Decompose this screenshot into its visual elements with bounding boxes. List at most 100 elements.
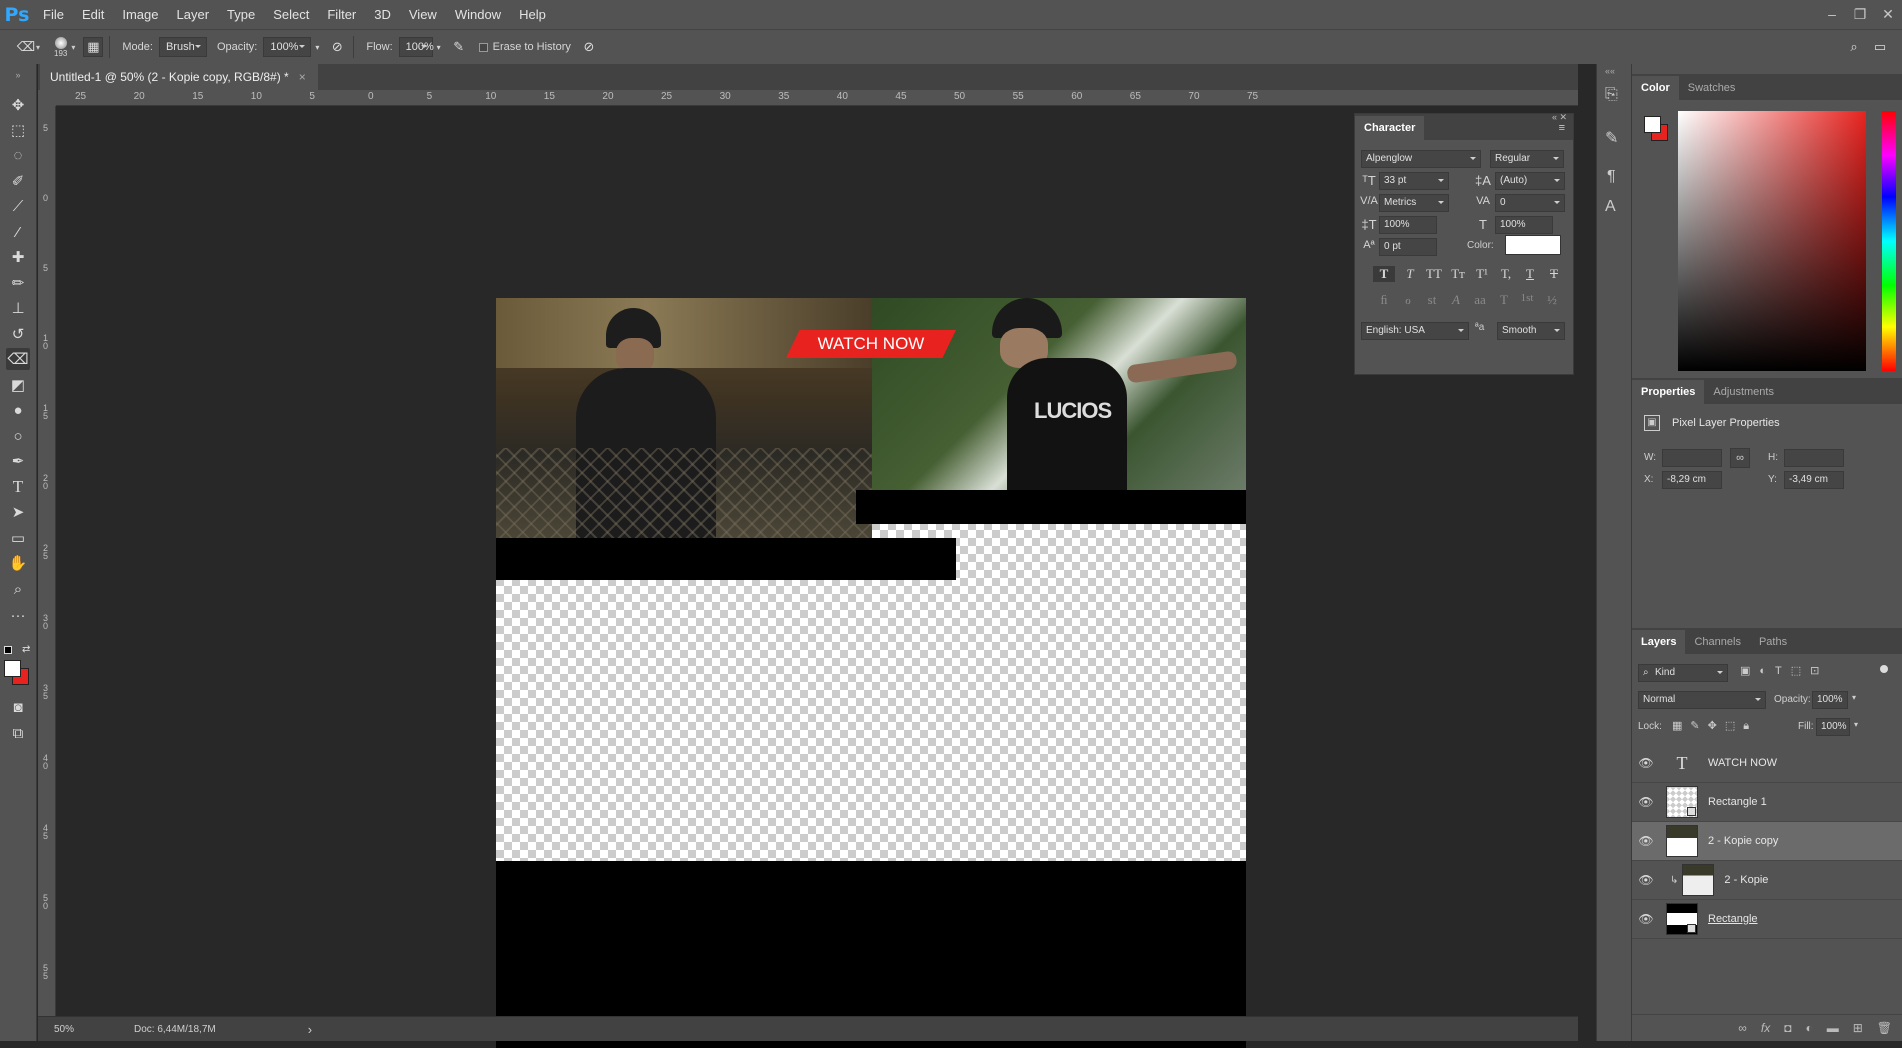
erase-history-checkbox[interactable] xyxy=(478,42,488,52)
workspace-icon[interactable]: ▭ xyxy=(1870,37,1890,57)
rectangle-tool-icon[interactable]: ▭ xyxy=(6,527,30,549)
visibility-eye-icon[interactable]: 👁︎ xyxy=(1632,795,1660,809)
ordinals-button[interactable]: 1st xyxy=(1515,292,1539,304)
mode-dropdown[interactable]: Brush xyxy=(158,37,207,57)
search-icon[interactable]: ⌕ xyxy=(1844,37,1864,57)
type-tool-icon[interactable]: T xyxy=(6,476,30,498)
paint-bucket-tool-icon[interactable]: ◩ xyxy=(6,374,30,396)
chevron-down-icon[interactable]: ▾ xyxy=(36,43,40,52)
chevron-down-icon[interactable]: ▾ xyxy=(71,43,75,52)
baseline-shift-input[interactable]: 0 pt xyxy=(1379,238,1437,256)
healing-tool-icon[interactable]: ✚ xyxy=(6,246,30,268)
menu-window[interactable]: Window xyxy=(446,0,510,29)
layer-filter-dropdown[interactable]: ⌕ Kind xyxy=(1638,664,1728,682)
swash-button[interactable]: A xyxy=(1445,292,1467,308)
eraser-tool-preset-icon[interactable]: ⌫ xyxy=(16,37,36,57)
vertical-scale-input[interactable]: 100% xyxy=(1379,216,1437,234)
vertical-ruler[interactable]: 5 0 5 1 0 1 5 2 0 2 5 3 0 3 5 4 0 4 5 5 0 5 5 xyxy=(38,106,56,1016)
contextual-alternates-button[interactable]: st xyxy=(1421,292,1443,308)
link-dimensions-icon[interactable]: ∞ xyxy=(1730,448,1750,468)
y-input[interactable]: -3,49 cm xyxy=(1784,471,1844,489)
screen-mode-icon[interactable]: ⧉ xyxy=(6,722,30,744)
path-select-tool-icon[interactable]: ➤ xyxy=(6,501,30,523)
visibility-eye-icon[interactable]: 👁︎ xyxy=(1632,873,1660,887)
history-panel-icon[interactable]: ⎘ xyxy=(1605,86,1618,104)
tab-swatches[interactable]: Swatches xyxy=(1679,76,1745,100)
folder-icon[interactable]: ▬ xyxy=(1827,1021,1839,1035)
chevron-down-icon[interactable]: ▾ xyxy=(1852,693,1856,702)
hue-slider[interactable] xyxy=(1882,111,1896,371)
history-brush-tool-icon[interactable]: ↺ xyxy=(6,323,30,345)
quick-select-tool-icon[interactable]: ✐ xyxy=(6,170,30,192)
mask-icon[interactable]: ◘ xyxy=(1784,1021,1791,1035)
font-family-dropdown[interactable]: Alpenglow xyxy=(1361,150,1481,168)
language-dropdown[interactable]: English: USA xyxy=(1361,322,1469,340)
move-tool-icon[interactable]: ✥ xyxy=(6,94,30,116)
tab-channels[interactable]: Channels xyxy=(1685,630,1749,654)
horizontal-scale-input[interactable]: 100% xyxy=(1495,216,1553,234)
brush-tool-icon[interactable]: ✏ xyxy=(6,272,30,294)
visibility-eye-icon[interactable]: 👁︎ xyxy=(1632,912,1660,926)
fill-input[interactable]: 100% xyxy=(1816,718,1850,736)
antialias-dropdown[interactable]: Smooth xyxy=(1497,322,1565,340)
collapse-tools-icon[interactable]: » xyxy=(6,70,30,80)
tab-character[interactable]: Character xyxy=(1355,116,1425,140)
adjustment-icon[interactable]: ◐ xyxy=(1805,1021,1812,1035)
marquee-tool-icon[interactable]: ⬚ xyxy=(6,119,30,141)
blend-mode-dropdown[interactable]: Normal xyxy=(1638,691,1766,709)
pen-tool-icon[interactable]: ✒ xyxy=(6,450,30,472)
foreground-color-swatch[interactable] xyxy=(1644,116,1661,133)
link-icon[interactable]: ∞ xyxy=(1738,1021,1747,1035)
layer-name[interactable]: WATCH NOW xyxy=(1708,757,1777,769)
lock-icons[interactable]: ▦✎✥⬚🔒︎ xyxy=(1672,719,1757,733)
titling-alternates-button[interactable]: T xyxy=(1493,292,1515,308)
layer-row[interactable]: 👁︎ Rectangle 1 xyxy=(1632,783,1902,822)
menu-image[interactable]: Image xyxy=(113,0,167,29)
strikethrough-button[interactable]: T xyxy=(1543,266,1565,282)
dock-collapse-icon[interactable]: «« xyxy=(1605,66,1615,76)
layer-name[interactable]: Rectangle 1 xyxy=(1708,796,1767,808)
pressure-opacity-icon[interactable]: ⊘ xyxy=(327,37,347,57)
font-size-input[interactable]: 33 pt xyxy=(1379,172,1449,190)
watch-now-banner[interactable]: WATCH NOW xyxy=(786,330,956,358)
height-input[interactable] xyxy=(1784,449,1844,467)
menu-view[interactable]: View xyxy=(400,0,446,29)
text-color-swatch[interactable] xyxy=(1505,235,1561,255)
layer-row[interactable]: 👁︎ Rectangle xyxy=(1632,900,1902,939)
minimize-button[interactable]: – xyxy=(1818,0,1846,29)
default-colors-icon[interactable] xyxy=(4,646,12,654)
layer-row[interactable]: 👁︎ T WATCH NOW xyxy=(1632,744,1902,783)
chevron-down-icon[interactable]: ▾ xyxy=(437,43,441,52)
swap-colors-icon[interactable]: ⇄ xyxy=(22,644,30,655)
menu-file[interactable]: File xyxy=(34,0,73,29)
brush-settings-icon[interactable]: ✎ xyxy=(1605,128,1618,148)
horizontal-ruler[interactable]: 25 20 15 10 5 0 5 10 15 20 25 30 35 40 45 50 55 60 65 70 75 xyxy=(56,90,1578,106)
layer-filter-icons[interactable]: ▣◐T⬚⊡ xyxy=(1740,664,1828,677)
small-caps-button[interactable]: Tт xyxy=(1447,266,1469,282)
faux-bold-button[interactable]: T xyxy=(1373,266,1395,282)
hand-tool-icon[interactable]: ✋ xyxy=(6,552,30,574)
eyedropper-tool-icon[interactable]: ⁄ xyxy=(6,221,30,243)
menu-select[interactable]: Select xyxy=(264,0,318,29)
close-tab-icon[interactable]: × xyxy=(299,64,306,90)
restore-button[interactable]: ❐ xyxy=(1846,0,1874,29)
pressure-size-icon[interactable]: ⊘ xyxy=(579,37,599,57)
layer-name[interactable]: 2 - Kopie xyxy=(1724,874,1768,886)
zoom-level[interactable]: 50% xyxy=(54,1024,114,1035)
color-field[interactable] xyxy=(1678,111,1866,371)
tab-color[interactable]: Color xyxy=(1632,76,1679,100)
more-tools-icon[interactable]: ··· xyxy=(6,604,30,626)
document-tab[interactable]: Untitled-1 @ 50% (2 - Kopie copy, RGB/8#… xyxy=(40,64,318,90)
menu-edit[interactable]: Edit xyxy=(73,0,113,29)
brush-preset-picker[interactable]: 193 xyxy=(54,36,67,58)
ligatures-button[interactable]: ﬁ xyxy=(1373,292,1395,308)
menu-3d[interactable]: 3D xyxy=(365,0,400,29)
canvas-area[interactable]: LUCIOS WATCH NOW xyxy=(56,106,1578,1048)
zoom-tool-icon[interactable]: ⌕ xyxy=(6,578,30,600)
x-input[interactable]: -8,29 cm xyxy=(1662,471,1722,489)
menu-filter[interactable]: Filter xyxy=(318,0,365,29)
flow-input[interactable]: 100% xyxy=(398,37,434,57)
lasso-tool-icon[interactable]: ◌ xyxy=(6,144,30,166)
stamp-tool-icon[interactable]: ⊥ xyxy=(6,297,30,319)
crop-tool-icon[interactable]: ⟋ xyxy=(6,195,30,217)
